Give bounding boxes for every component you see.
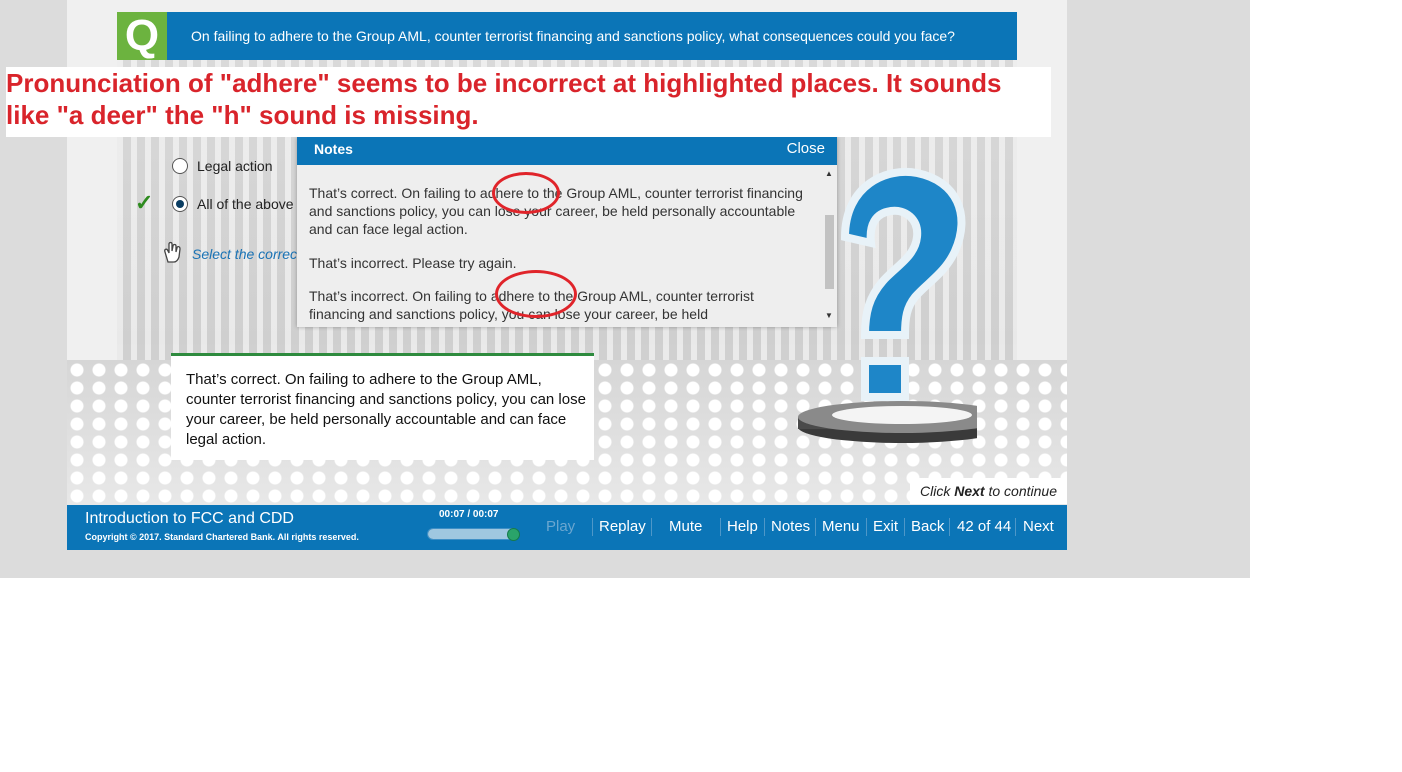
notes-button[interactable]: Notes bbox=[771, 518, 810, 535]
divider bbox=[720, 518, 721, 536]
progress-knob[interactable] bbox=[507, 528, 520, 541]
divider bbox=[815, 518, 816, 536]
footer-navbar: Introduction to FCC and CDD Copyright © … bbox=[67, 505, 1067, 550]
scroll-down-arrow-icon[interactable]: ▼ bbox=[823, 311, 835, 320]
divider bbox=[949, 518, 950, 536]
option-label: All of the above bbox=[197, 196, 294, 212]
notes-title: Notes bbox=[314, 141, 353, 157]
option-legal-action[interactable]: Legal action bbox=[172, 158, 273, 174]
menu-button[interactable]: Menu bbox=[822, 518, 860, 535]
page-counter: 42 of 44 bbox=[957, 518, 1012, 535]
continue-prefix: Click bbox=[920, 483, 955, 499]
course-title: Introduction to FCC and CDD bbox=[85, 510, 294, 527]
select-instruction: Select the correct bbox=[192, 246, 301, 262]
radio-button[interactable] bbox=[172, 158, 188, 174]
notes-header: Notes Close bbox=[297, 137, 837, 165]
divider bbox=[904, 518, 905, 536]
next-button[interactable]: Next bbox=[1023, 518, 1054, 535]
question-badge: Q bbox=[117, 12, 167, 60]
replay-button[interactable]: Replay bbox=[599, 518, 646, 535]
progress-fill bbox=[428, 529, 518, 539]
audio-progress-bar[interactable] bbox=[427, 528, 520, 541]
copyright: Copyright © 2017. Standard Chartered Ban… bbox=[85, 532, 359, 542]
divider bbox=[764, 518, 765, 536]
play-button[interactable]: Play bbox=[546, 518, 575, 535]
option-all-of-the-above[interactable]: All of the above bbox=[172, 196, 294, 212]
divider bbox=[866, 518, 867, 536]
annotation-text: Pronunciation of "adhere" seems to be in… bbox=[6, 68, 1002, 130]
notes-close-button[interactable]: Close bbox=[787, 140, 825, 157]
checkmark-icon: ✓ bbox=[135, 190, 154, 215]
notes-scrollbar[interactable]: ▲ ▼ bbox=[823, 169, 835, 321]
question-bar: Q On failing to adhere to the Group AML,… bbox=[117, 12, 1017, 60]
feedback-text: That’s correct. On failing to adhere to … bbox=[186, 371, 586, 448]
feedback-box: That’s correct. On failing to adhere to … bbox=[171, 353, 594, 460]
help-button[interactable]: Help bbox=[727, 518, 758, 535]
back-button[interactable]: Back bbox=[911, 518, 944, 535]
divider bbox=[651, 518, 652, 536]
question-text: On failing to adhere to the Group AML, c… bbox=[191, 28, 955, 44]
review-annotation: Pronunciation of "adhere" seems to be in… bbox=[6, 67, 1051, 137]
exit-button[interactable]: Exit bbox=[873, 518, 898, 535]
highlight-circle bbox=[495, 270, 577, 318]
continue-suffix: to continue bbox=[984, 483, 1057, 499]
note-entry: That’s incorrect. Please try again. bbox=[309, 255, 517, 271]
option-label: Legal action bbox=[197, 158, 273, 174]
mute-button[interactable]: Mute bbox=[669, 518, 702, 535]
continue-next-word: Next bbox=[954, 483, 985, 499]
divider bbox=[592, 518, 593, 536]
timecode: 00:07 / 00:07 bbox=[439, 509, 499, 520]
scroll-thumb[interactable] bbox=[825, 215, 834, 289]
radio-button-selected[interactable] bbox=[172, 196, 188, 212]
divider bbox=[1015, 518, 1016, 536]
highlight-circle bbox=[492, 172, 560, 214]
scroll-up-arrow-icon[interactable]: ▲ bbox=[823, 169, 835, 178]
pointer-hand-icon bbox=[164, 241, 181, 263]
continue-prompt: Click Next to continue bbox=[910, 478, 1067, 504]
